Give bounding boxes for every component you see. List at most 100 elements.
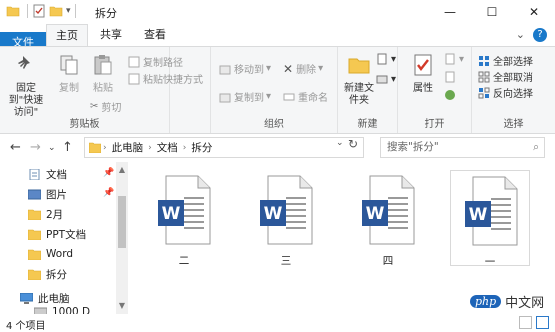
breadcrumb-documents[interactable]: 文档 (157, 140, 178, 155)
select-all-label: 全部选择 (493, 57, 533, 68)
edit-button[interactable] (444, 71, 459, 83)
recent-locations-icon[interactable]: ⌄ (48, 143, 56, 153)
new-folder-icon (348, 58, 370, 74)
address-input[interactable]: › 此电脑 › 文档 › 拆分 (84, 137, 364, 158)
file-item[interactable]: W 三 (246, 170, 326, 267)
select-all-button[interactable]: 全部选择 (478, 53, 533, 68)
file-item-selected[interactable]: W 一 (450, 170, 530, 268)
folder-icon (28, 229, 41, 240)
scroll-up-icon[interactable]: ▲ (116, 164, 128, 176)
folder-icon (28, 249, 41, 260)
collapse-ribbon-icon[interactable]: ⌄ (516, 28, 525, 42)
svg-text:W: W (162, 204, 181, 224)
chevron-right-icon: › (148, 142, 152, 153)
cut-button[interactable]: ✂ 剪切 (90, 99, 121, 114)
sidebar-item-documents[interactable]: 文档 (28, 164, 67, 184)
delete-icon: ✕ (283, 61, 294, 76)
copy-label: 复制 (59, 83, 79, 94)
file-item[interactable]: W 二 (144, 170, 224, 267)
breadcrumb-this-pc[interactable]: 此电脑 (112, 140, 144, 155)
cut-label: 剪切 (101, 103, 122, 114)
address-bar-row: ← → ⌄ ↑ › 此电脑 › 文档 › 拆分 ⌄ ↻ 搜索"拆分" ⌕ (0, 134, 555, 162)
breadcrumb-split[interactable]: 拆分 (191, 140, 212, 155)
history-icon (445, 90, 455, 100)
rename-button[interactable]: 重命名 (283, 89, 328, 104)
site-watermark: php 中文网 (470, 288, 554, 314)
sidebar-item-ppt[interactable]: PPT文档 (28, 224, 86, 244)
delete-button[interactable]: ✕ 删除 ▾ (283, 61, 323, 77)
back-arrow-icon[interactable]: ← (10, 140, 21, 155)
refresh-icon[interactable]: ↻ (348, 137, 358, 151)
chevron-down-icon: ▾ (266, 91, 272, 102)
computer-icon (20, 292, 33, 304)
rename-icon (283, 93, 295, 100)
chevron-down-icon: ▾ (266, 63, 272, 74)
item-count: 4 个项目 (6, 321, 46, 332)
move-icon (219, 65, 231, 74)
pin-icon[interactable]: 📌 (103, 188, 114, 198)
sidebar-item-label: PPT文档 (46, 228, 87, 241)
address-dropdown-icon[interactable]: ⌄ (336, 138, 344, 148)
sidebar-item-drive[interactable]: 1000 D (34, 306, 90, 314)
history-button[interactable] (444, 89, 459, 101)
paste-shortcut-button[interactable]: 粘贴快捷方式 (128, 71, 203, 86)
tab-view[interactable]: 查看 (134, 24, 176, 46)
scissors-icon: ✂ (90, 101, 99, 112)
copy-path-button[interactable]: 复制路径 (128, 54, 183, 69)
scroll-thumb[interactable] (118, 196, 126, 248)
select-none-button[interactable]: 全部取消 (478, 69, 533, 84)
properties-icon[interactable] (32, 4, 46, 18)
folder-icon (89, 142, 101, 153)
file-item[interactable]: W 四 (348, 170, 428, 267)
sidebar-item-feb[interactable]: 2月 (28, 204, 63, 224)
new-folder-icon[interactable] (49, 4, 63, 18)
pin-quick-access-button[interactable]: 固定到"快速访问" (4, 53, 48, 119)
open-icon (445, 53, 455, 65)
close-button[interactable]: ✕ (513, 0, 555, 24)
tab-share[interactable]: 共享 (88, 24, 134, 46)
maximize-button[interactable]: ☐ (471, 0, 513, 24)
help-icon[interactable]: ? (533, 28, 547, 42)
select-all-icon (479, 55, 489, 66)
minimize-button[interactable]: — (429, 0, 471, 24)
up-arrow-icon[interactable]: ↑ (62, 140, 73, 155)
copy-to-label: 复制到 (234, 93, 264, 104)
paste-button[interactable]: 粘贴 (88, 53, 118, 95)
properties-button[interactable]: 属性 (406, 53, 440, 95)
customize-qat-icon[interactable]: ▾ (66, 6, 71, 16)
chevron-right-icon: › (182, 142, 187, 153)
folder-icon (28, 269, 41, 280)
forward-arrow-icon[interactable]: → (30, 140, 41, 155)
new-folder-button[interactable]: 新建文件夹 (340, 53, 378, 107)
scroll-down-icon[interactable]: ▼ (116, 300, 128, 312)
word-document-icon: W (465, 176, 518, 246)
documents-icon (29, 168, 40, 180)
tab-home[interactable]: 主页 (46, 24, 88, 47)
copy-path-label: 复制路径 (143, 58, 183, 69)
sidebar-item-this-pc[interactable]: 此电脑 (20, 288, 70, 308)
ribbon: 固定到"快速访问" 复制 粘贴 复制路径 粘贴快捷方式 ✂ 剪切 剪贴板 移动到… (0, 46, 555, 134)
pin-icon[interactable]: 📌 (103, 168, 114, 178)
properties-label: 属性 (413, 83, 433, 94)
easy-access-button[interactable]: ▾ (376, 73, 396, 85)
ribbon-tabs: 文件 主页 共享 查看 ⌄ ? (0, 24, 555, 128)
copy-button[interactable]: 复制 (54, 53, 84, 95)
open-button[interactable]: ▾ (444, 53, 464, 65)
file-name: 一 (484, 256, 496, 268)
search-input[interactable]: 搜索"拆分" ⌕ (380, 137, 545, 158)
sidebar-scrollbar[interactable]: ▲ ▼ (116, 162, 128, 314)
new-item-button[interactable]: ▾ (376, 53, 396, 65)
search-placeholder: 搜索"拆分" (387, 141, 439, 153)
sidebar-item-split[interactable]: 拆分 (28, 264, 67, 284)
open-group-label: 打开 (424, 119, 445, 130)
invert-selection-icon (478, 87, 490, 98)
invert-selection-button[interactable]: 反向选择 (478, 85, 533, 100)
sidebar-item-pictures[interactable]: 图片 (28, 184, 67, 204)
large-icons-view-icon[interactable] (536, 316, 549, 329)
move-to-label: 移动到 (234, 65, 264, 76)
sidebar-item-word[interactable]: Word (28, 244, 73, 264)
copy-to-button[interactable]: 复制到 ▾ (219, 89, 271, 104)
details-view-icon[interactable] (519, 316, 532, 329)
file-name: 四 (382, 255, 394, 267)
move-to-button[interactable]: 移动到 ▾ (219, 61, 271, 76)
